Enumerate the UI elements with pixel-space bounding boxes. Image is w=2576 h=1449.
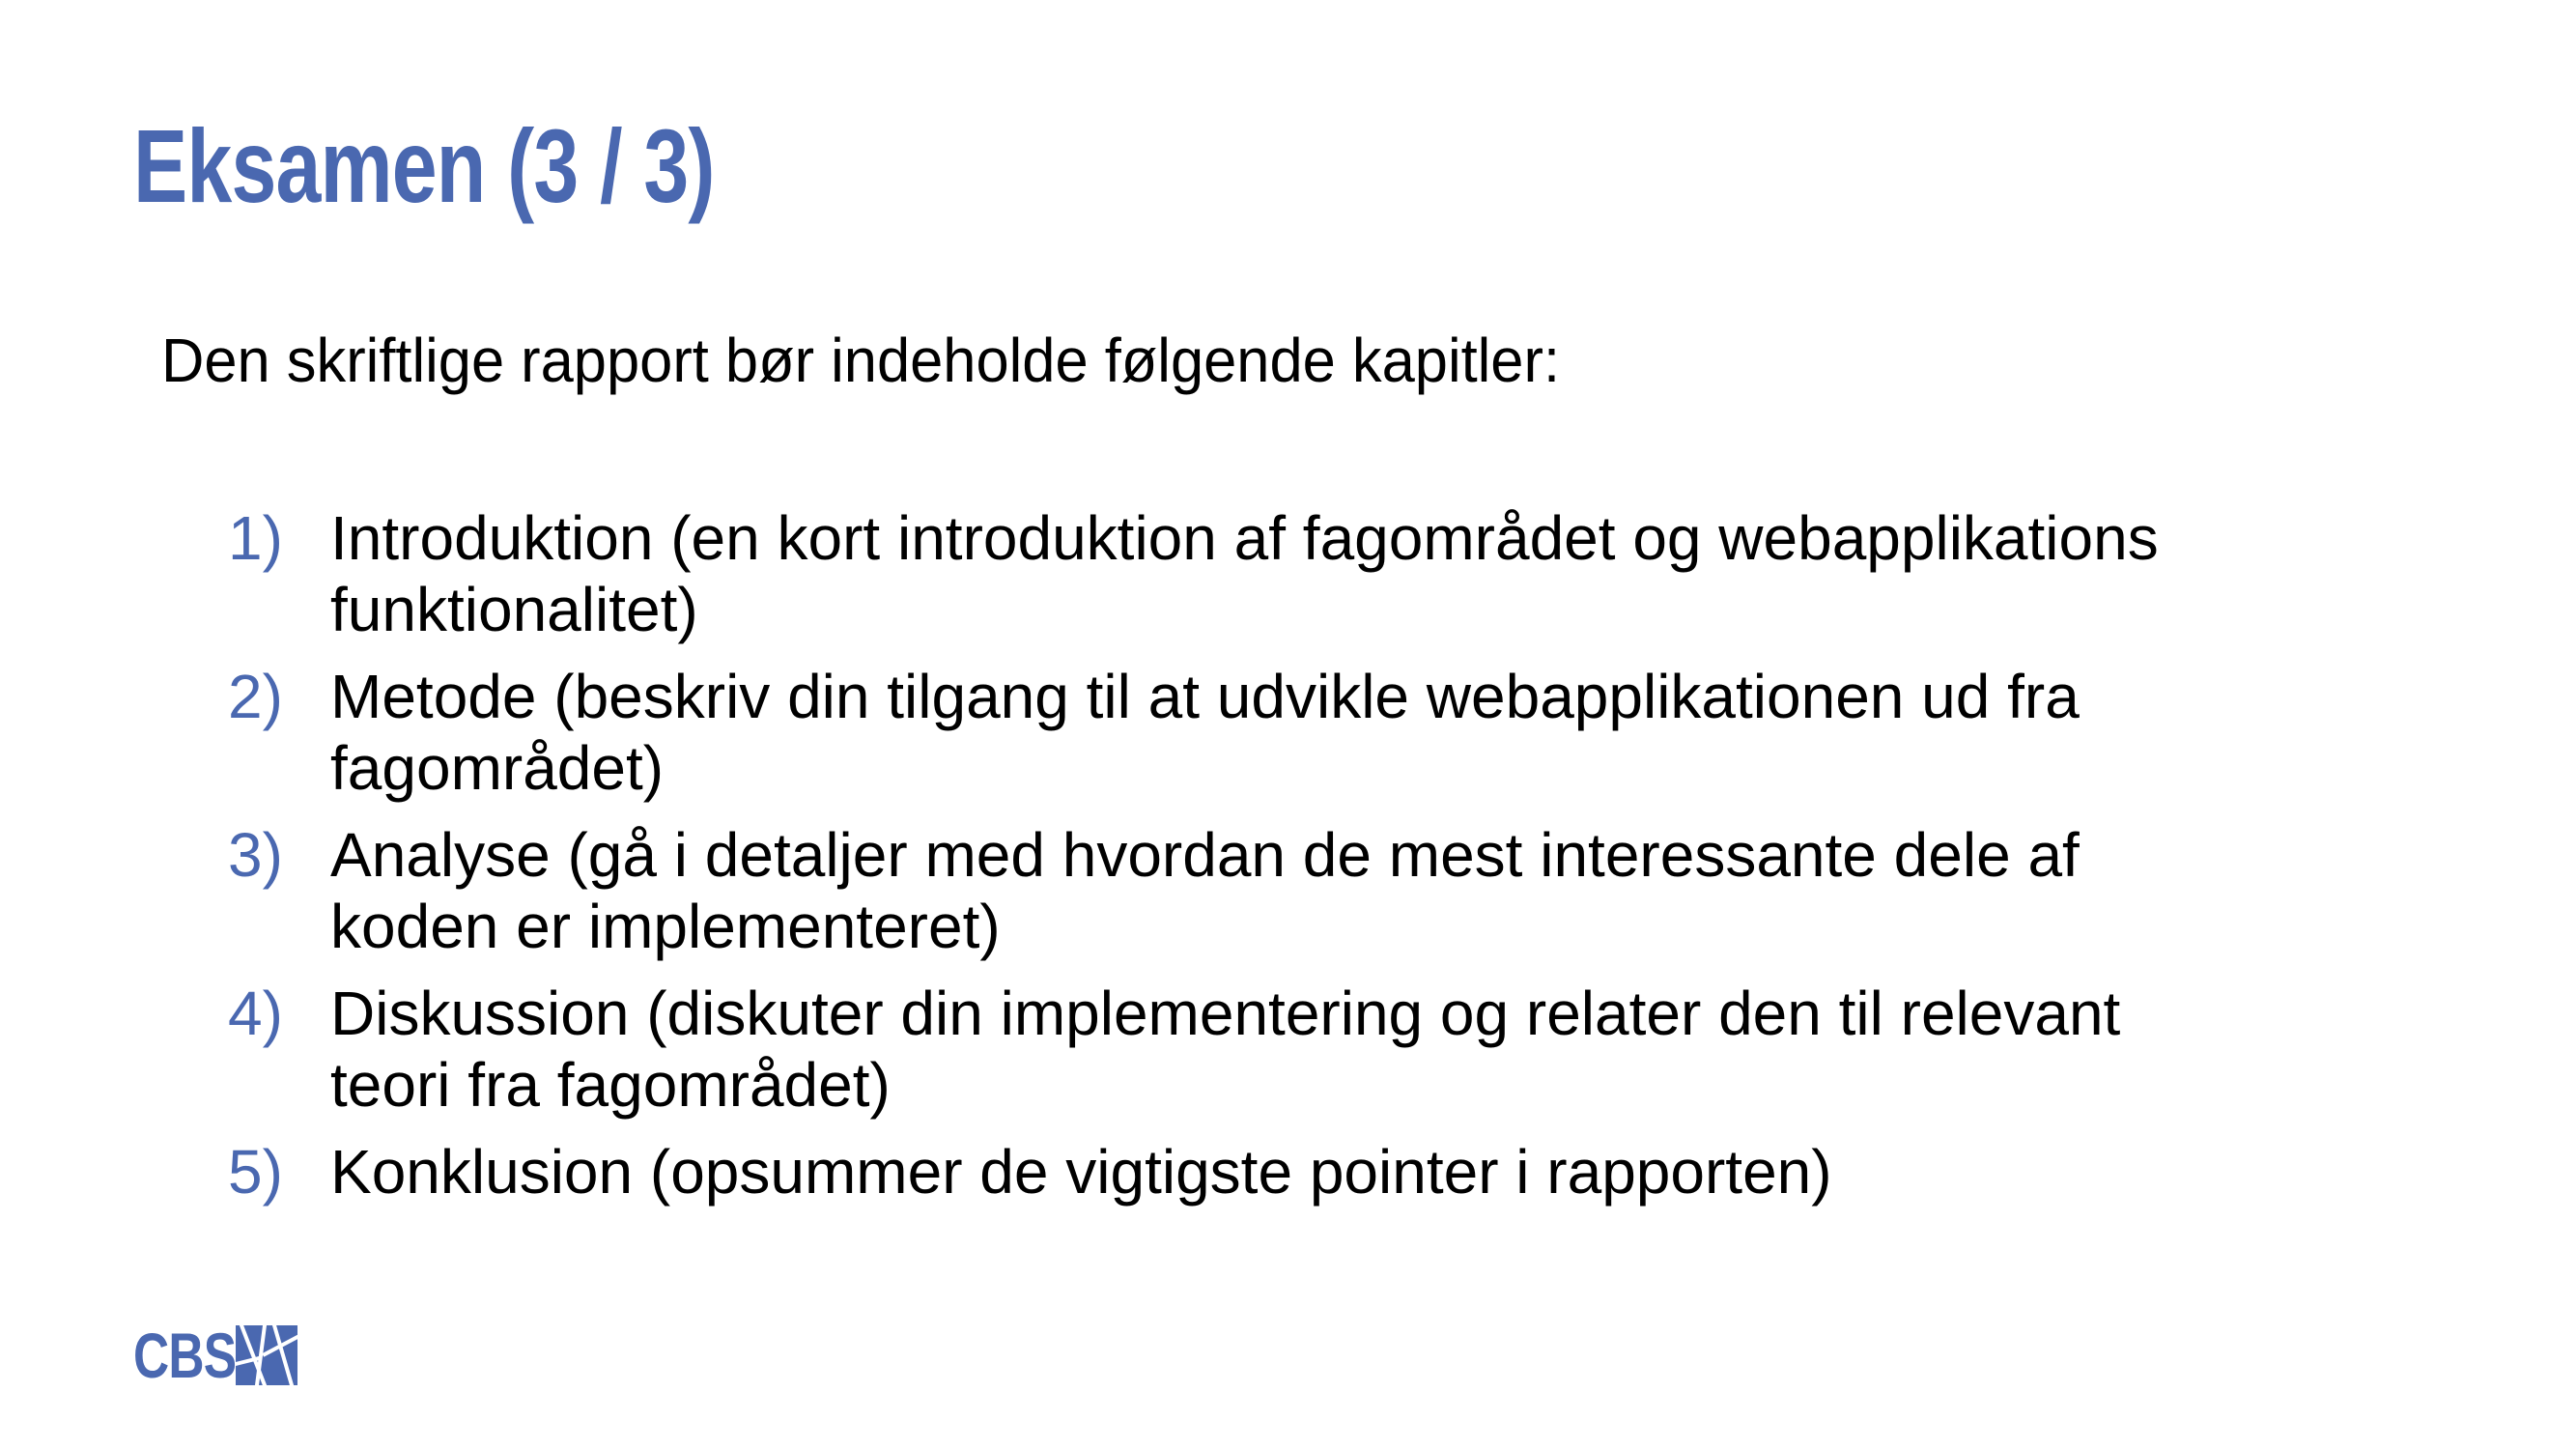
chapter-item: 1) Introduktion (en kort introduktion af… (228, 502, 2469, 645)
chapter-text: Konklusion (opsummer de vigtigste pointe… (330, 1137, 1832, 1207)
chapter-number: 4) (228, 979, 283, 1048)
slide-title: Eksamen (3 / 3) (133, 107, 715, 224)
chapter-text: Introduktion (en kort introduktion af fa… (330, 503, 2159, 644)
chapter-number: 3) (228, 820, 283, 890)
cbs-logo-icon (236, 1325, 297, 1385)
chapter-text: Metode (beskriv din tilgang til at udvik… (330, 662, 2080, 803)
chapter-item: 5) Konklusion (opsummer de vigtigste poi… (228, 1136, 2469, 1208)
chapter-text: Diskussion (diskuter din implementering … (330, 979, 2121, 1120)
chapter-number: 2) (228, 662, 283, 731)
chapter-item: 2) Metode (beskriv din tilgang til at ud… (228, 661, 2469, 804)
logo-text: CBS (133, 1320, 237, 1391)
chapter-item: 4) Diskussion (diskuter din implementeri… (228, 978, 2469, 1121)
chapter-item: 3) Analyse (gå i detaljer med hvordan de… (228, 819, 2469, 962)
chapter-number: 1) (228, 503, 283, 573)
chapter-text: Analyse (gå i detaljer med hvordan de me… (330, 820, 2080, 961)
slide: Eksamen (3 / 3) Den skriftlige rapport b… (0, 0, 2576, 1449)
cbs-logo: CBS (133, 1323, 297, 1387)
chapter-list: 1) Introduktion (en kort introduktion af… (228, 502, 2469, 1223)
intro-text: Den skriftlige rapport bør indeholde føl… (161, 326, 1561, 395)
chapter-number: 5) (228, 1137, 283, 1207)
